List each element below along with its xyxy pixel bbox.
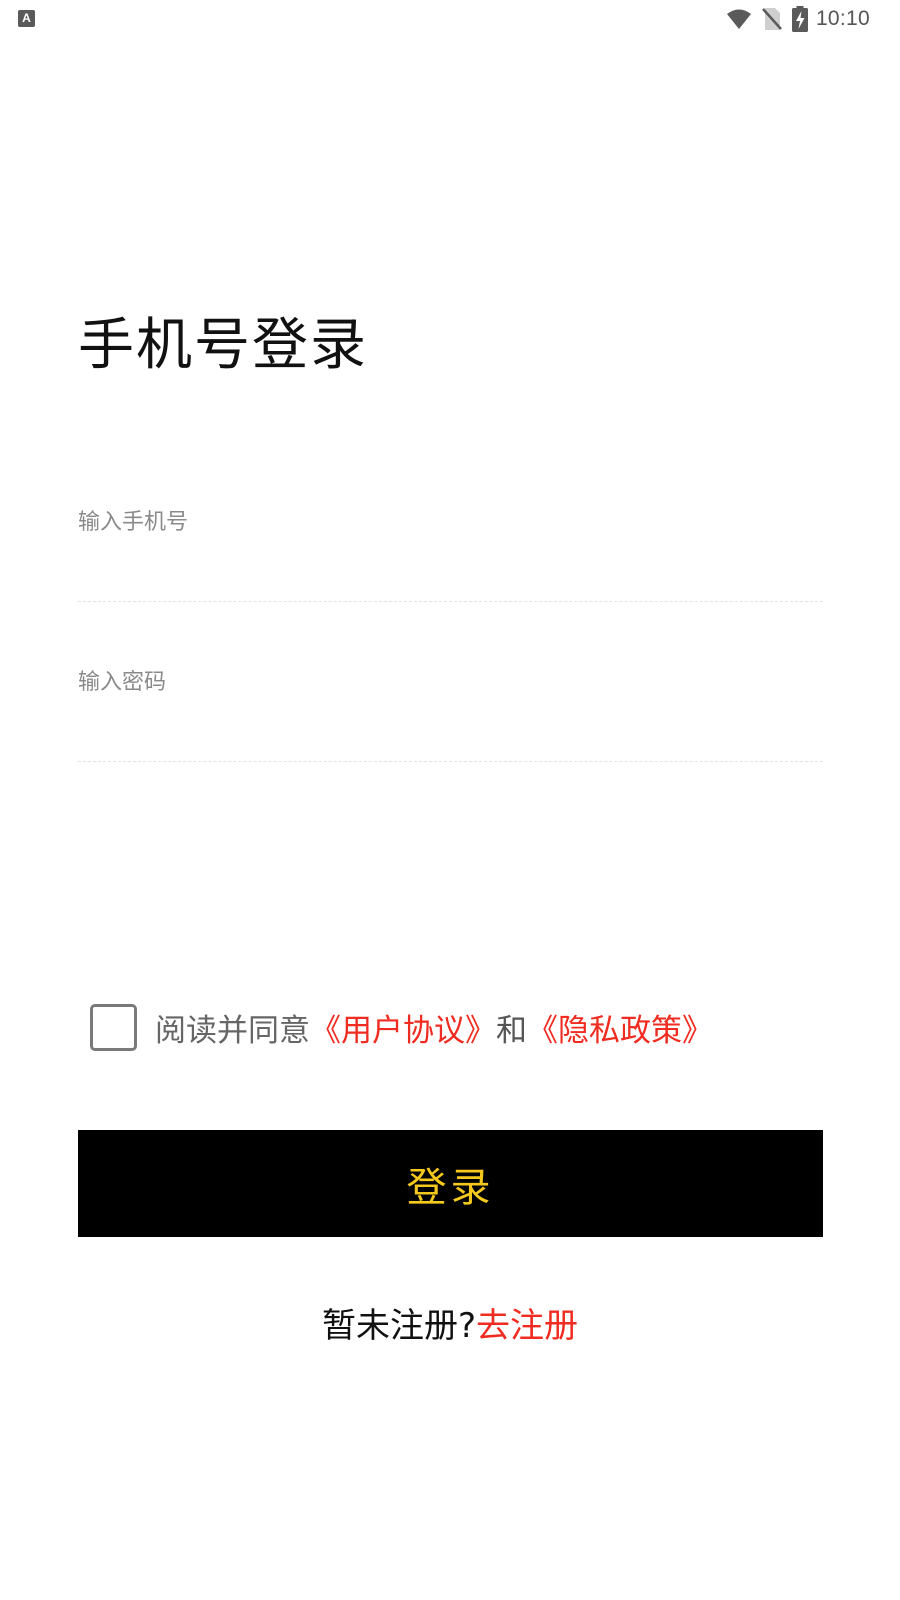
agreement-prefix: 阅读并同意 [155, 1013, 310, 1049]
login-button[interactable]: 登录 [78, 1130, 823, 1237]
app-notification-icon: A [18, 10, 35, 27]
phone-field [78, 506, 823, 602]
login-button-label: 登录 [406, 1164, 495, 1211]
agreement-text: 阅读并同意《用户协议》和《隐私政策》 [155, 1005, 713, 1050]
battery-charging-icon [791, 6, 808, 32]
privacy-policy-link[interactable]: 《隐私政策》 [527, 1013, 713, 1049]
agreement-row: 阅读并同意《用户协议》和《隐私政策》 [90, 1004, 713, 1051]
password-input[interactable] [78, 666, 823, 698]
agreement-checkbox[interactable] [90, 1004, 137, 1051]
login-screen: A 10:10 手机号登录 阅读并同意《用户协议》和《隐私政策》 [0, 0, 900, 1600]
password-field [78, 666, 823, 762]
page-title: 手机号登录 [78, 313, 368, 378]
user-agreement-link[interactable]: 《用户协议》 [310, 1013, 496, 1049]
register-prompt: 暂未注册? [321, 1306, 477, 1346]
phone-input[interactable] [78, 506, 823, 538]
register-link[interactable]: 去注册 [476, 1306, 578, 1346]
status-icons: 10:10 [726, 6, 870, 32]
register-row: 暂未注册?去注册 [0, 1298, 900, 1347]
agreement-conjunction: 和 [496, 1013, 527, 1049]
no-sim-icon [762, 8, 782, 30]
status-time: 10:10 [815, 7, 870, 30]
status-bar: A 10:10 [0, 0, 900, 38]
wifi-icon [726, 9, 751, 29]
